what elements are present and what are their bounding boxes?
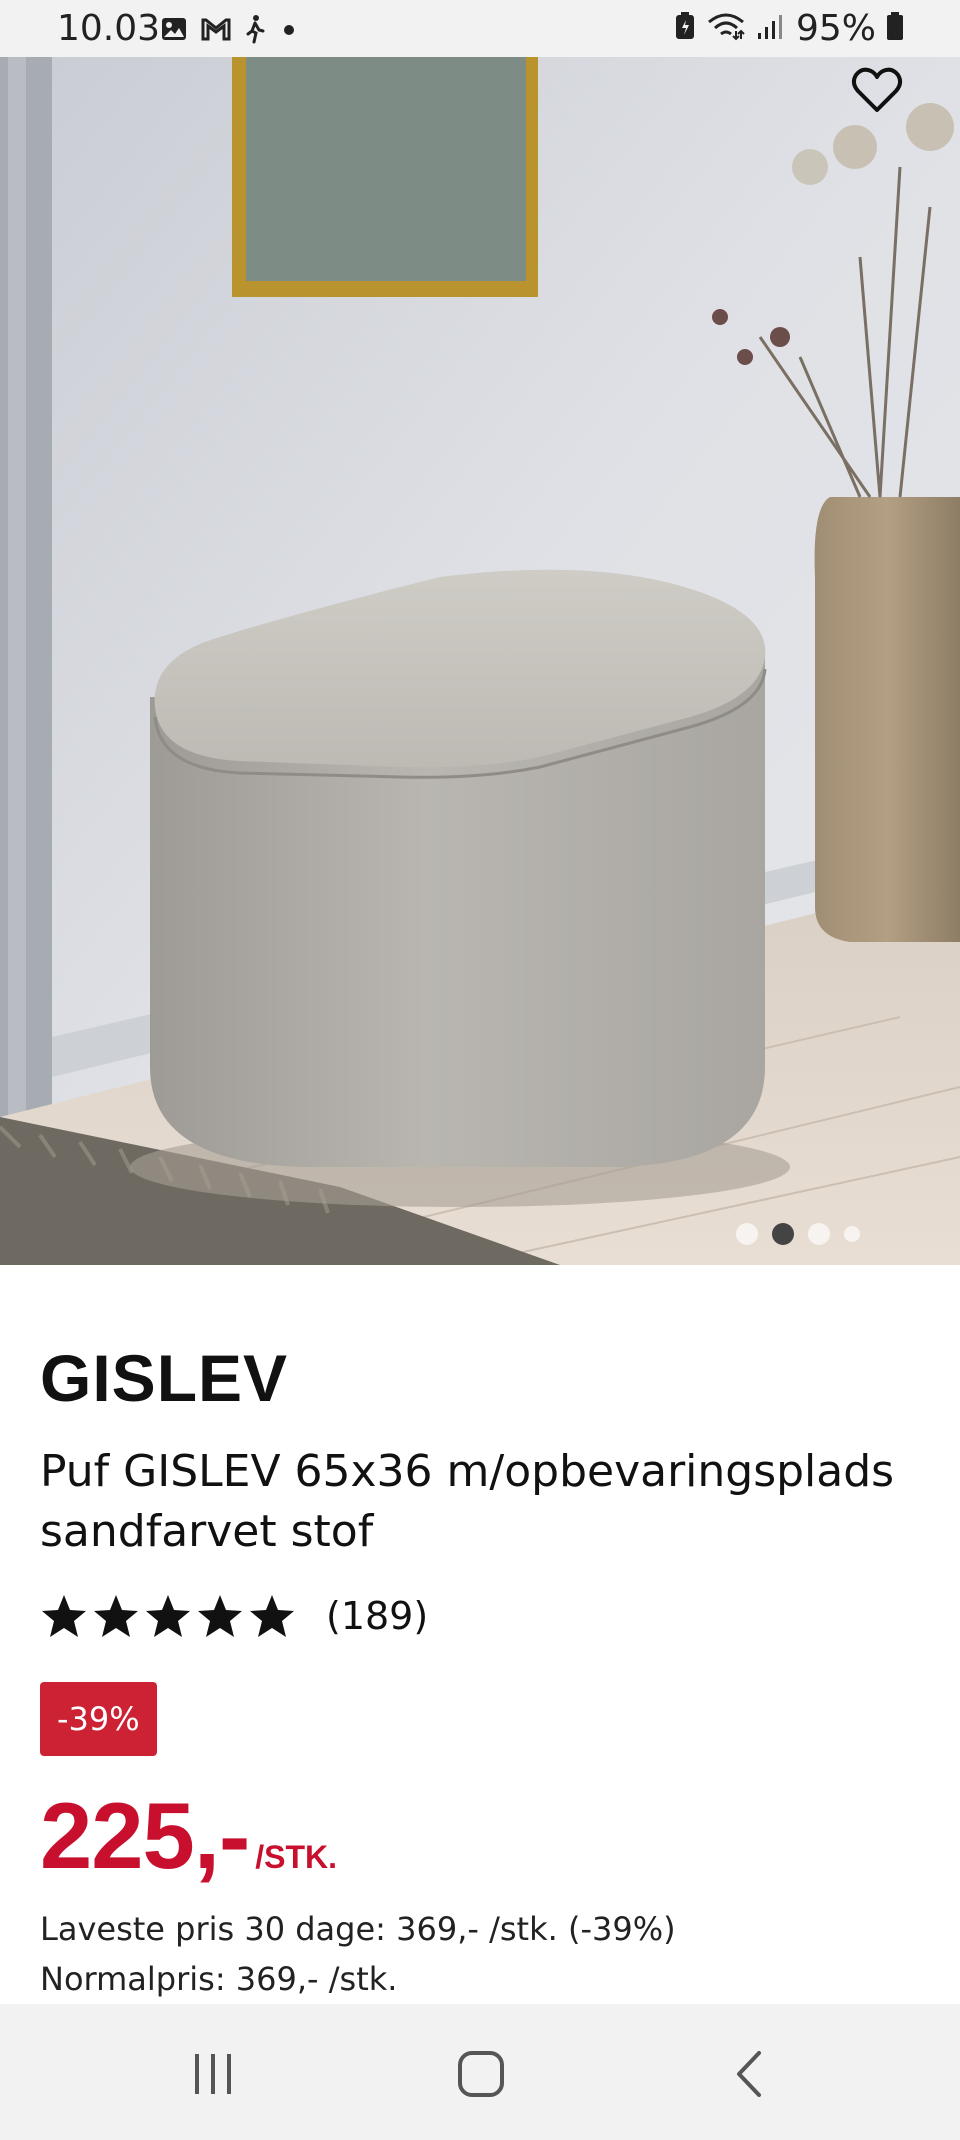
favorite-heart-icon[interactable] bbox=[850, 63, 904, 117]
product-info: GISLEV Puf GISLEV 65x36 m/opbevaringspla… bbox=[40, 1340, 920, 2004]
price-unit: /STK. bbox=[255, 1839, 338, 1875]
normal-price-note: Normalpris: 369,- /stk. bbox=[40, 1960, 398, 1998]
gmail-icon bbox=[200, 15, 232, 48]
star-icon bbox=[198, 1595, 242, 1637]
battery-saver-icon bbox=[674, 11, 696, 46]
dot-icon bbox=[278, 18, 300, 45]
star-icon bbox=[42, 1595, 86, 1637]
signal-icon bbox=[756, 11, 786, 46]
home-icon[interactable] bbox=[446, 2044, 516, 2104]
product-rating[interactable]: (189) bbox=[40, 1592, 920, 1640]
carousel-dot-active[interactable] bbox=[772, 1223, 794, 1245]
carousel-dot[interactable] bbox=[844, 1226, 860, 1242]
carousel-indicator bbox=[736, 1223, 860, 1245]
wifi-icon bbox=[706, 11, 746, 46]
status-time: 10.03 bbox=[57, 8, 161, 49]
discount-badge: -39% bbox=[40, 1682, 157, 1756]
battery-percent: 95% bbox=[795, 8, 876, 49]
recent-apps-icon[interactable] bbox=[178, 2044, 248, 2104]
walking-icon bbox=[244, 14, 266, 49]
status-bar: 10.03 95% bbox=[0, 0, 960, 57]
star-icon bbox=[250, 1595, 294, 1637]
product-image-gallery[interactable] bbox=[0, 57, 960, 1265]
battery-icon bbox=[886, 11, 904, 46]
star-icon bbox=[146, 1595, 190, 1637]
status-icons-right: 95% bbox=[674, 8, 904, 49]
product-brand: GISLEV bbox=[40, 1341, 289, 1415]
back-icon[interactable] bbox=[715, 2044, 785, 2104]
lowest-price-note: Laveste pris 30 dage: 369,- /stk. (-39%) bbox=[40, 1910, 676, 1948]
price: 225,- bbox=[40, 1783, 250, 1888]
gallery-icon bbox=[160, 15, 188, 48]
star-icon bbox=[94, 1595, 138, 1637]
carousel-dot[interactable] bbox=[736, 1223, 758, 1245]
system-nav-bar bbox=[0, 2004, 960, 2140]
carousel-dot[interactable] bbox=[808, 1223, 830, 1245]
review-count: (189) bbox=[326, 1594, 429, 1638]
status-icons-left bbox=[160, 14, 300, 49]
product-photo bbox=[0, 57, 960, 1265]
price-row: 225,- /STK. bbox=[40, 1782, 920, 1890]
product-description: Puf GISLEV 65x36 m/opbevaringsplads sand… bbox=[40, 1446, 895, 1557]
